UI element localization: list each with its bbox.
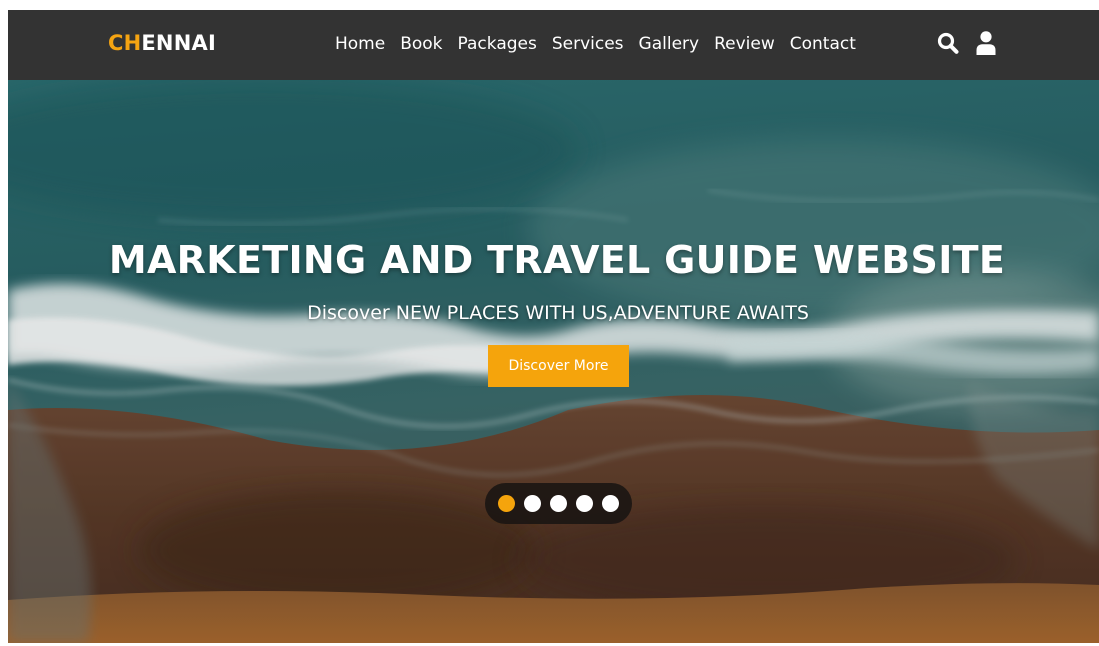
slider-dot-2[interactable]: [524, 495, 541, 512]
nav-link-review[interactable]: Review: [714, 34, 775, 54]
slider-pagination: [485, 483, 632, 524]
discover-more-button[interactable]: Discover More: [488, 345, 629, 387]
logo-text: ENNAI: [141, 31, 216, 55]
site-logo[interactable]: CHENNAI: [108, 31, 216, 55]
nav-link-home[interactable]: Home: [335, 34, 385, 54]
slider-dot-4[interactable]: [576, 495, 593, 512]
page-frame: CHENNAI Home Book Packages Services Gall…: [8, 10, 1099, 643]
user-icon[interactable]: [974, 30, 998, 56]
nav-link-book[interactable]: Book: [400, 34, 442, 54]
slider-dot-5[interactable]: [602, 495, 619, 512]
search-icon[interactable]: [936, 30, 960, 56]
nav-link-services[interactable]: Services: [552, 34, 624, 54]
slider-dot-1[interactable]: [498, 495, 515, 512]
hero-subtitle: Discover NEW PLACES WITH US,ADVENTURE AW…: [307, 302, 809, 324]
nav-icons: [936, 30, 998, 56]
nav-link-packages[interactable]: Packages: [458, 34, 537, 54]
nav-menu: Home Book Packages Services Gallery Revi…: [335, 34, 871, 54]
nav-link-contact[interactable]: Contact: [790, 34, 856, 54]
hero-title: MARKETING AND TRAVEL GUIDE WEBSITE: [108, 238, 1006, 282]
hero-banner: MARKETING AND TRAVEL GUIDE WEBSITE Disco…: [8, 80, 1099, 643]
logo-accent-text: CH: [108, 31, 142, 55]
nav-link-gallery[interactable]: Gallery: [639, 34, 700, 54]
slider-dot-3[interactable]: [550, 495, 567, 512]
navbar: CHENNAI Home Book Packages Services Gall…: [8, 10, 1099, 80]
